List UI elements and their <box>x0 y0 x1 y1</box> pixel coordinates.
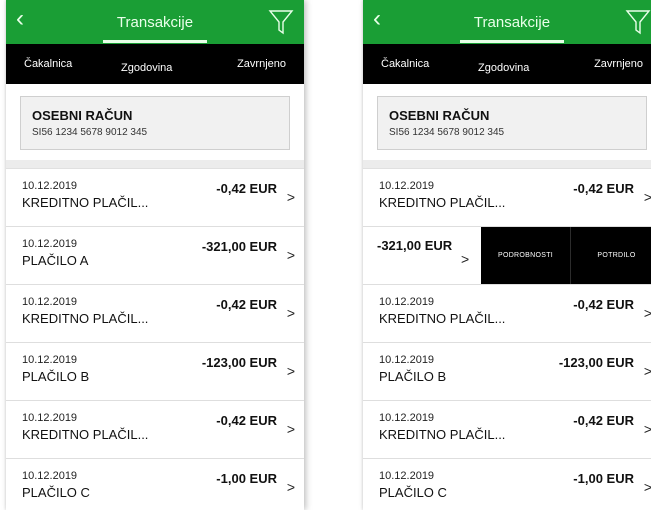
transaction-description: PLAČILO A <box>22 253 89 268</box>
phone-screen-list: ‹ Transakcije Čakalnica Zgodovina Zavrnj… <box>6 0 304 510</box>
transaction-row[interactable]: 10.12.2019 KREDITNO PLAČIL... -0,42 EUR … <box>6 285 304 343</box>
transaction-amount: -321,00 EUR <box>201 239 277 254</box>
transaction-list: 10.12.2019 KREDITNO PLAČIL... -0,42 EUR … <box>6 169 304 510</box>
transaction-amount: -321,00 EUR <box>377 238 453 253</box>
header-bar: ‹ Transakcije <box>363 0 651 44</box>
details-action-button[interactable]: PODROBNOSTI <box>481 227 570 284</box>
transaction-amount: -123,00 EUR <box>201 355 277 370</box>
transaction-description: PLAČILO C <box>22 485 90 500</box>
transaction-description: KREDITNO PLAČIL... <box>379 427 506 442</box>
chevron-right-icon: > <box>286 479 295 495</box>
transaction-amount: -0,42 EUR <box>216 297 277 312</box>
page-title: Transakcije <box>473 14 551 31</box>
transaction-row[interactable]: 10.12.2019 PLAČILO C -1,00 EUR > <box>363 459 651 510</box>
transaction-amount: -1,00 EUR <box>216 471 277 486</box>
swiped-row-content: -321,00 EUR > PODROBNOSTI POTRDILO <box>363 227 651 284</box>
title-underline <box>460 40 564 43</box>
transaction-amount: -0,42 EUR <box>216 413 277 428</box>
page-title: Transakcije <box>116 14 194 31</box>
filter-icon[interactable] <box>625 8 651 36</box>
phone-screen-swiped: ‹ Transakcije Čakalnica Zgodovina Zavrnj… <box>363 0 651 510</box>
chevron-right-icon: > <box>286 189 295 205</box>
transaction-description: KREDITNO PLAČIL... <box>379 195 506 210</box>
title-underline <box>103 40 207 43</box>
chevron-right-icon: > <box>643 189 651 205</box>
transaction-row[interactable]: 10.12.2019 PLAČILO C -1,00 EUR > <box>6 459 304 510</box>
transaction-row[interactable]: 10.12.2019 PLAČILO B -123,00 EUR > <box>363 343 651 401</box>
transaction-list: 10.12.2019 KREDITNO PLAČIL... -0,42 EUR … <box>363 169 651 510</box>
transaction-description: KREDITNO PLAČIL... <box>22 195 149 210</box>
transaction-date: 10.12.2019 <box>22 238 78 250</box>
section-divider <box>6 160 304 169</box>
section-divider <box>363 160 651 169</box>
transaction-row[interactable]: 10.12.2019 KREDITNO PLAČIL... -0,42 EUR … <box>363 285 651 343</box>
header-bar: ‹ Transakcije <box>6 0 304 44</box>
tab-cakalnica[interactable]: Čakalnica <box>381 58 429 70</box>
transaction-description: KREDITNO PLAČIL... <box>22 311 149 326</box>
confirmation-action-button[interactable]: POTRDILO <box>570 227 651 284</box>
transaction-amount: -0,42 EUR <box>573 297 634 312</box>
transaction-amount: -0,42 EUR <box>216 181 277 196</box>
transaction-description: PLAČILO B <box>379 369 447 384</box>
tab-zavrnjeno[interactable]: Zavrnjeno <box>237 58 286 70</box>
account-name: OSEBNI RAČUN <box>389 108 490 123</box>
transaction-amount: -123,00 EUR <box>558 355 634 370</box>
transaction-date: 10.12.2019 <box>22 412 78 424</box>
transaction-row-swiped[interactable]: -321,00 EUR > PODROBNOSTI POTRDILO <box>363 227 651 285</box>
transaction-description: KREDITNO PLAČIL... <box>379 311 506 326</box>
transaction-amount: -0,42 EUR <box>573 181 634 196</box>
transaction-date: 10.12.2019 <box>22 180 78 192</box>
chevron-right-icon: > <box>643 479 651 495</box>
account-card[interactable]: OSEBNI RAČUN SI56 1234 5678 9012 345 <box>377 96 647 150</box>
filter-icon[interactable] <box>268 8 294 36</box>
transaction-row[interactable]: 10.12.2019 KREDITNO PLAČIL... -0,42 EUR … <box>363 401 651 459</box>
tab-bar: Čakalnica Zgodovina Zavrnjeno <box>6 44 304 84</box>
account-card[interactable]: OSEBNI RAČUN SI56 1234 5678 9012 345 <box>20 96 290 150</box>
transaction-date: 10.12.2019 <box>379 296 435 308</box>
transaction-date: 10.12.2019 <box>22 296 78 308</box>
tab-zgodovina[interactable]: Zgodovina <box>121 62 172 74</box>
account-iban: SI56 1234 5678 9012 345 <box>32 127 148 138</box>
transaction-date: 10.12.2019 <box>22 354 78 366</box>
chevron-right-icon: > <box>286 247 295 263</box>
transaction-date: 10.12.2019 <box>379 354 435 366</box>
transaction-date: 10.12.2019 <box>379 180 435 192</box>
chevron-right-icon: > <box>286 421 295 437</box>
chevron-right-icon: > <box>286 305 295 321</box>
tab-zgodovina[interactable]: Zgodovina <box>478 62 529 74</box>
transaction-row[interactable]: 10.12.2019 KREDITNO PLAČIL... -0,42 EUR … <box>6 401 304 459</box>
transaction-row[interactable]: 10.12.2019 PLAČILO A -321,00 EUR > <box>6 227 304 285</box>
transaction-date: 10.12.2019 <box>22 470 78 482</box>
chevron-right-icon: > <box>643 363 651 379</box>
tab-zavrnjeno[interactable]: Zavrnjeno <box>594 58 643 70</box>
chevron-right-icon: > <box>286 363 295 379</box>
transaction-row[interactable]: 10.12.2019 KREDITNO PLAČIL... -0,42 EUR … <box>6 169 304 227</box>
account-iban: SI56 1234 5678 9012 345 <box>389 127 505 138</box>
tab-cakalnica[interactable]: Čakalnica <box>24 58 72 70</box>
account-name: OSEBNI RAČUN <box>32 108 133 123</box>
transaction-date: 10.12.2019 <box>379 470 435 482</box>
transaction-amount: -1,00 EUR <box>573 471 634 486</box>
chevron-right-icon: > <box>461 251 470 267</box>
transaction-description: KREDITNO PLAČIL... <box>22 427 149 442</box>
chevron-right-icon: > <box>643 305 651 321</box>
transaction-amount: -0,42 EUR <box>573 413 634 428</box>
transaction-description: PLAČILO C <box>379 485 447 500</box>
transaction-row[interactable]: 10.12.2019 PLAČILO B -123,00 EUR > <box>6 343 304 401</box>
transaction-description: PLAČILO B <box>22 369 90 384</box>
chevron-right-icon: > <box>643 421 651 437</box>
tab-bar: Čakalnica Zgodovina Zavrnjeno <box>363 44 651 84</box>
transaction-date: 10.12.2019 <box>379 412 435 424</box>
transaction-row[interactable]: 10.12.2019 KREDITNO PLAČIL... -0,42 EUR … <box>363 169 651 227</box>
